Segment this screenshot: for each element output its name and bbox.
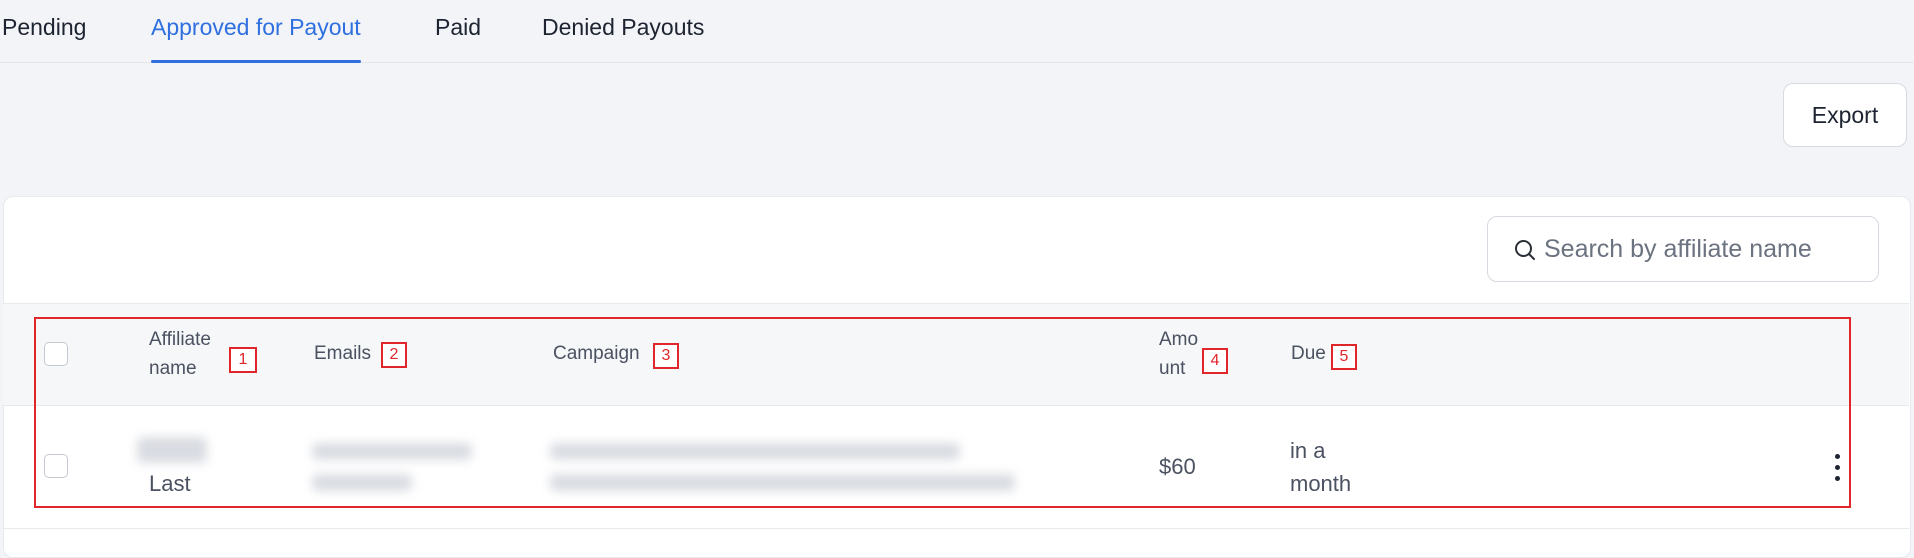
search-field[interactable]: [1487, 216, 1879, 282]
column-header-due[interactable]: Due: [1291, 339, 1326, 368]
annotation-marker-2: 2: [381, 342, 407, 368]
redacted-campaign-line1: [550, 443, 960, 460]
more-vertical-icon[interactable]: [1826, 452, 1850, 484]
row-divider: [3, 528, 1909, 529]
column-header-amount-line2: unt: [1159, 358, 1186, 379]
due-value-line1: in a: [1290, 438, 1326, 463]
tab-paid[interactable]: Paid: [435, 0, 481, 62]
redacted-campaign-line2: [550, 474, 1015, 491]
amount-value: $60: [1159, 454, 1196, 479]
payout-status-tabs: Pending Approved for Payout Paid Denied …: [0, 0, 1914, 63]
tab-approved-for-payout[interactable]: Approved for Payout: [151, 0, 361, 63]
column-header-affiliate-name-line2: name: [149, 358, 197, 379]
annotation-marker-4: 4: [1202, 348, 1228, 374]
annotation-marker-1: 1: [229, 347, 257, 373]
affiliate-last-name: Last: [149, 471, 191, 496]
redacted-first-name: [137, 437, 207, 463]
annotation-marker-5: 5: [1331, 344, 1357, 370]
column-header-emails[interactable]: Emails: [314, 339, 371, 368]
tab-denied-payouts[interactable]: Denied Payouts: [542, 0, 704, 62]
row-checkbox[interactable]: [44, 454, 68, 478]
column-header-campaign[interactable]: Campaign: [553, 339, 640, 368]
search-icon: [1515, 240, 1535, 260]
column-header-amount[interactable]: Amo unt: [1159, 325, 1198, 383]
due-value-line2: month: [1290, 471, 1352, 496]
table-header: [3, 303, 1909, 406]
redacted-email-line1: [312, 443, 472, 460]
annotation-marker-3: 3: [653, 343, 679, 369]
due-value: in a month: [1290, 434, 1351, 500]
column-header-affiliate-name[interactable]: Affiliate name: [149, 325, 211, 383]
column-header-affiliate-name-line1: Affiliate: [149, 329, 211, 350]
tab-pending[interactable]: Pending: [2, 0, 86, 62]
export-button[interactable]: Export: [1783, 83, 1907, 147]
search-input[interactable]: [1544, 217, 1864, 281]
select-all-checkbox[interactable]: [44, 342, 68, 366]
column-header-amount-line1: Amo: [1159, 329, 1199, 350]
redacted-email-line2: [312, 474, 412, 491]
